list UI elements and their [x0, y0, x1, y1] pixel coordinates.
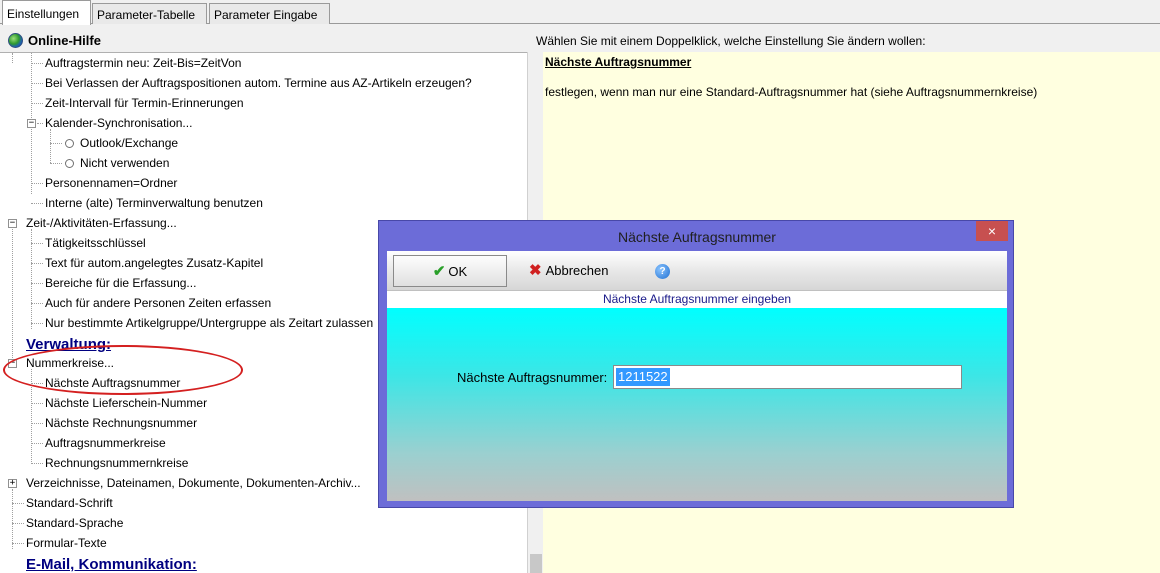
tree-item[interactable]: Formular-Texte [26, 533, 107, 553]
expand-plus-icon[interactable]: + [8, 479, 17, 488]
order-number-input[interactable]: 1211522 [613, 365, 962, 389]
tree-item[interactable]: Interne (alte) Terminverwaltung benutzen [45, 193, 263, 213]
annotation-ellipse [3, 345, 243, 395]
tree-item[interactable]: Auch für andere Personen Zeiten erfassen [45, 293, 271, 313]
help-button[interactable]: ? [655, 255, 675, 287]
dialog-content: Nächste Auftragsnummer: 1211522 [387, 308, 1007, 501]
dialog-toolbar: ✔ OK ✖ Abbrechen ? [387, 251, 1007, 291]
tree-item[interactable]: Auftragsnummerkreise [45, 433, 166, 453]
description-text: festlegen, wenn man nur eine Standard-Au… [545, 85, 1038, 99]
online-help-link[interactable]: Online-Hilfe [28, 33, 101, 48]
order-number-value: 1211522 [616, 368, 670, 386]
section-heading-email: E-Mail, Kommunikation: [26, 556, 197, 573]
expand-minus-icon[interactable]: − [27, 119, 36, 128]
tab-bar: Einstellungen Parameter-Tabelle Paramete… [0, 0, 1160, 25]
instruction-text: Wählen Sie mit einem Doppelklick, welche… [536, 34, 926, 48]
description-title: Nächste Auftragsnummer [545, 55, 692, 69]
dialog-body: ✔ OK ✖ Abbrechen ? Nächste Auftragsnummer … [387, 251, 1007, 501]
tree-item[interactable]: Zeit-Intervall für Termin-Erinnerungen [45, 93, 244, 113]
radio-icon[interactable] [65, 139, 74, 148]
tab-parameter-eingabe[interactable]: Parameter Eingabe [209, 3, 330, 24]
tree-item-kalender[interactable]: Kalender-Synchronisation... [45, 113, 192, 133]
tree-item[interactable]: Bereiche für die Erfassung... [45, 273, 196, 293]
tab-parameter-tabelle[interactable]: Parameter-Tabelle [92, 3, 207, 24]
tree-item[interactable]: Standard-Schrift [26, 493, 113, 513]
tree-item[interactable]: Nächste Rechnungsnummer [45, 413, 197, 433]
cancel-button[interactable]: ✖ Abbrechen [529, 255, 619, 287]
ok-label: OK [448, 264, 468, 279]
expand-minus-icon[interactable]: − [8, 219, 17, 228]
tree-item[interactable]: Tätigkeitsschlüssel [45, 233, 146, 253]
next-order-number-dialog: Nächste Auftragsnummer × ✔ OK ✖ Abbrechen … [378, 220, 1014, 508]
ok-button[interactable]: ✔ OK [393, 255, 507, 287]
dialog-subheader: Nächste Auftragsnummer eingeben [387, 291, 1007, 308]
tree-item[interactable]: Auftragstermin neu: Zeit-Bis=ZeitVon [45, 53, 241, 73]
tree-item-verzeichnisse[interactable]: Verzeichnisse, Dateinamen, Dokumente, Do… [26, 473, 361, 493]
help-bar: Online-Hilfe Wählen Sie mit einem Doppel… [0, 30, 1160, 52]
tree-item-nicht-verwenden[interactable]: Nicht verwenden [80, 153, 169, 173]
tree-item[interactable]: Nächste Lieferschein-Nummer [45, 393, 207, 413]
close-icon[interactable]: × [976, 221, 1008, 241]
tree-item[interactable]: Text für autom.angelegtes Zusatz-Kapitel [45, 253, 263, 273]
tree-item[interactable]: Bei Verlassen der Auftragspositionen aut… [45, 73, 472, 93]
cancel-x-icon: ✖ [529, 262, 542, 279]
tree-item-outlook[interactable]: Outlook/Exchange [80, 133, 178, 153]
tab-einstellungen[interactable]: Einstellungen [2, 0, 91, 25]
dialog-title: Nächste Auftragsnummer [618, 229, 776, 245]
order-number-label: Nächste Auftragsnummer: [457, 370, 608, 385]
cancel-label: Abbrechen [545, 263, 609, 278]
tree-item[interactable]: Personennamen=Ordner [45, 173, 177, 193]
tree-item-zeiterfassung[interactable]: Zeit-/Aktivitäten-Erfassung... [26, 213, 177, 233]
help-icon: ? [655, 264, 670, 279]
tree-item[interactable]: Nur bestimmte Artikelgruppe/Untergruppe … [45, 313, 373, 333]
radio-icon[interactable] [65, 159, 74, 168]
tree-item[interactable]: Standard-Sprache [26, 513, 123, 533]
scrollbar-thumb[interactable] [530, 554, 542, 573]
globe-icon [8, 33, 23, 48]
check-icon: ✔ [432, 263, 446, 280]
tree-item[interactable]: Rechnungsnummernkreise [45, 453, 188, 473]
